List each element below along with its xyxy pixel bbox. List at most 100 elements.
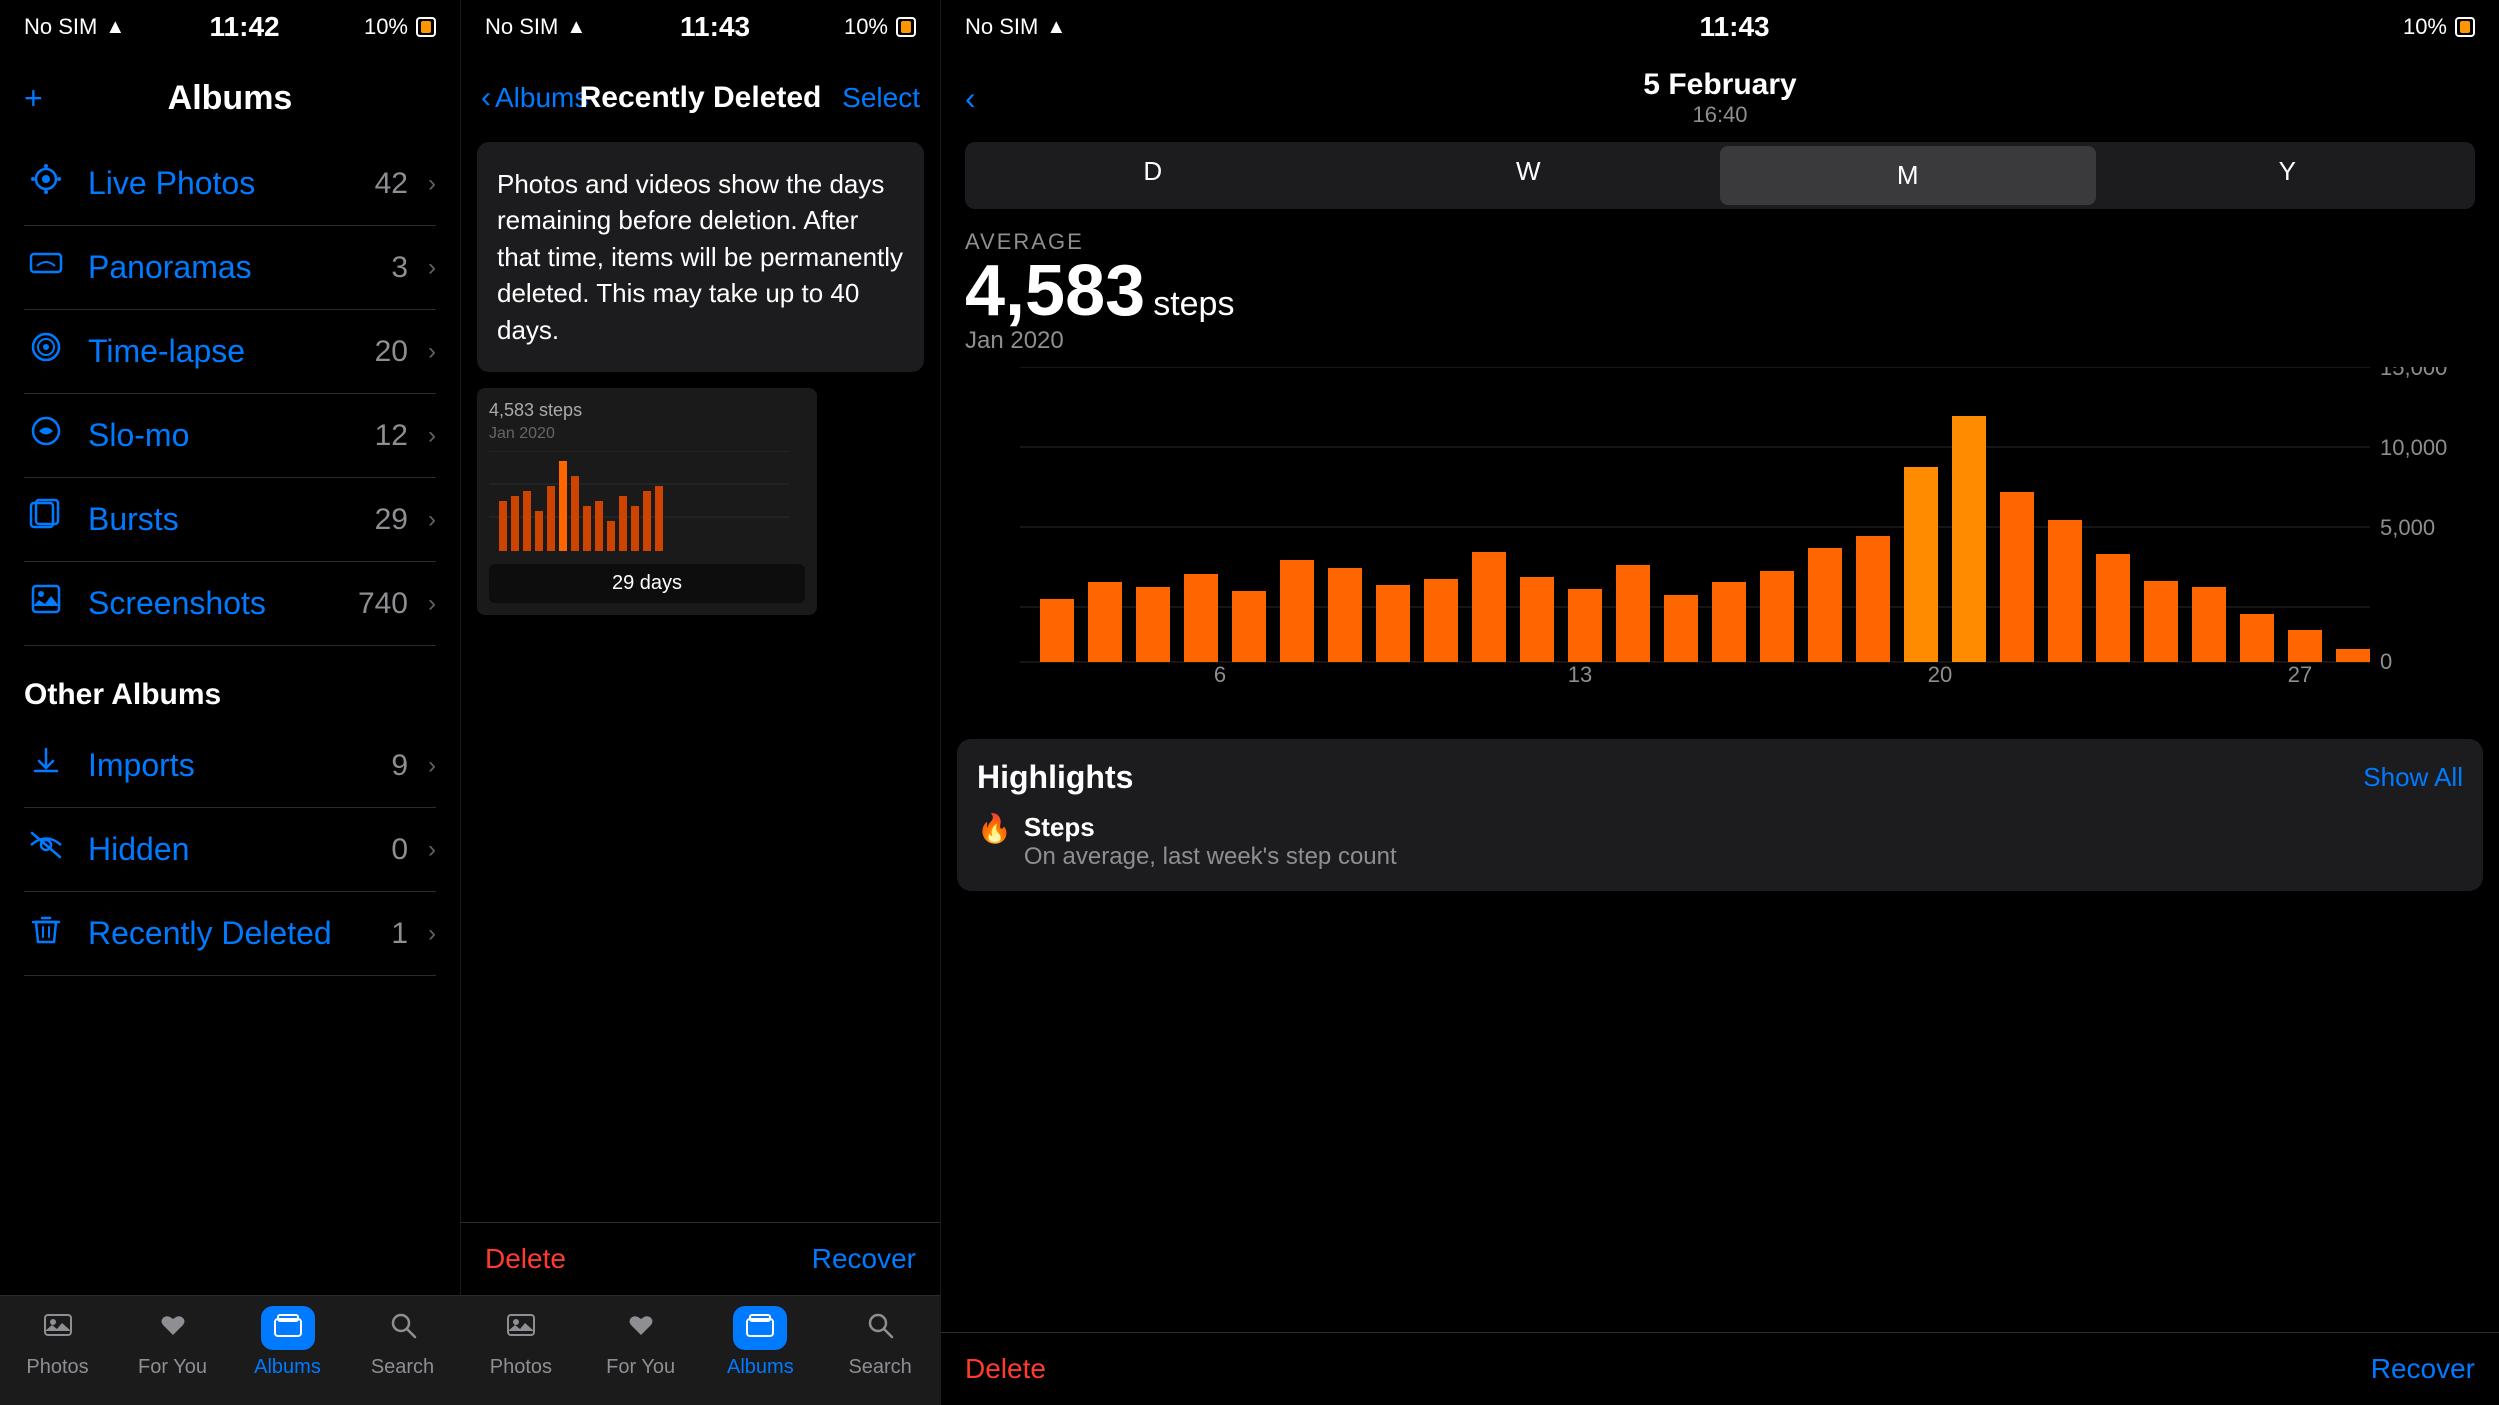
steps-chart-svg: 15,000 10,000 5,000 0 6 13 20 27: [957, 367, 2483, 687]
album-item-recently-deleted[interactable]: Recently Deleted 1 ›: [24, 892, 436, 976]
status-bar-1: No SIM ▲ 11:42 10%: [0, 0, 460, 54]
tab-label-foryou-2: For You: [606, 1356, 675, 1379]
svg-text:27: 27: [2288, 662, 2312, 687]
delete-button[interactable]: Delete: [485, 1243, 566, 1275]
search-tab-icon-1: [389, 1311, 417, 1346]
tab-search-2[interactable]: Search: [820, 1306, 940, 1379]
add-album-button[interactable]: +: [24, 80, 43, 117]
photos-tab-icon-2: [507, 1311, 535, 1346]
timelapse-icon: [24, 330, 68, 373]
time-3: 11:43: [1700, 11, 1770, 43]
tab-albums-2[interactable]: Albums: [701, 1306, 821, 1379]
mini-chart-subtitle: Jan 2020: [489, 425, 805, 443]
albums-panel: No SIM ▲ 11:42 10% + Albums Live Photos …: [0, 0, 460, 1405]
status-bar-3: No SIM ▲ 11:43 10%: [941, 0, 2499, 54]
period-year[interactable]: Y: [2100, 142, 2476, 209]
album-name-imports: Imports: [88, 747, 371, 784]
info-description: Photos and videos show the days remainin…: [497, 169, 903, 345]
slomo-icon: [24, 414, 68, 457]
health-date-display: 5 February 16:40: [1643, 68, 1796, 128]
mini-chart-svg: [489, 451, 789, 551]
svg-text:6: 6: [1214, 662, 1226, 687]
chevron-timelapse: ›: [428, 338, 436, 366]
health-actions: Delete Recover: [941, 1332, 2499, 1405]
period-selector: D W M Y: [965, 142, 2475, 209]
battery-text-1: 10%: [364, 14, 408, 40]
show-all-button[interactable]: Show All: [2363, 762, 2463, 793]
health-recover-button[interactable]: Recover: [2371, 1353, 2475, 1385]
chevron-hidden: ›: [428, 836, 436, 864]
date-range: Jan 2020: [965, 327, 2475, 355]
tab-foryou-1[interactable]: For You: [115, 1306, 230, 1379]
time-1: 11:42: [210, 11, 280, 43]
tab-label-foryou-1: For You: [138, 1356, 207, 1379]
chevron-recently-deleted: ›: [428, 920, 436, 948]
tab-icon-wrap-foryou-2: [614, 1306, 668, 1350]
health-delete-button[interactable]: Delete: [965, 1353, 1046, 1385]
back-button[interactable]: ‹ Albums: [481, 81, 588, 115]
album-item-imports[interactable]: Imports 9 ›: [24, 724, 436, 808]
album-count-timelapse: 20: [375, 335, 408, 369]
battery-text-3: 10%: [2403, 14, 2447, 40]
album-item-panoramas[interactable]: Panoramas 3 ›: [24, 226, 436, 310]
tab-icon-wrap-photos-1: [31, 1306, 85, 1350]
chevron-bursts: ›: [428, 506, 436, 534]
tab-icon-wrap-foryou-1: [146, 1306, 200, 1350]
wifi-icon-1: ▲: [105, 16, 125, 39]
tab-foryou-2[interactable]: For You: [581, 1306, 701, 1379]
period-month[interactable]: M: [1720, 146, 2096, 205]
tab-icon-wrap-photos-2: [494, 1306, 548, 1350]
steps-unit: steps: [1153, 285, 1234, 324]
tab-label-albums-2: Albums: [727, 1356, 794, 1379]
tab-label-photos-1: Photos: [26, 1356, 88, 1379]
imports-icon: [24, 744, 68, 787]
health-date-text: 5 February: [1643, 68, 1796, 102]
album-item-screenshots[interactable]: Screenshots 740 ›: [24, 562, 436, 646]
photos-tab-icon-1: [44, 1311, 72, 1346]
highlights-section: Highlights Show All 🔥 Steps On average, …: [957, 739, 2483, 891]
recently-deleted-panel: No SIM ▲ 11:43 10% ‹ Albums Recently Del…: [460, 0, 940, 1405]
period-day[interactable]: D: [965, 142, 1341, 209]
hidden-icon: [24, 828, 68, 871]
album-item-hidden[interactable]: Hidden 0 ›: [24, 808, 436, 892]
svg-text:15,000: 15,000: [2380, 367, 2447, 380]
chevron-imports: ›: [428, 752, 436, 780]
recently-deleted-nav: ‹ Albums Recently Deleted Select: [461, 54, 940, 142]
status-right-1: 10%: [364, 14, 436, 40]
search-tab-icon-2: [866, 1311, 894, 1346]
album-name-live-photos: Live Photos: [88, 165, 355, 202]
health-back-button[interactable]: ‹: [965, 80, 976, 117]
tab-albums-1[interactable]: Albums: [230, 1306, 345, 1379]
battery-fill-1: [421, 21, 431, 33]
tab-label-search-2: Search: [848, 1356, 911, 1379]
photo-card[interactable]: 4,583 steps Jan 2020: [477, 388, 817, 615]
album-item-timelapse[interactable]: Time-lapse 20 ›: [24, 310, 436, 394]
period-week[interactable]: W: [1341, 142, 1717, 209]
album-count-panoramas: 3: [391, 251, 408, 285]
days-remaining-label: 29 days: [489, 564, 805, 603]
album-list: Live Photos 42 › Panoramas 3 › Time-laps…: [0, 142, 460, 1295]
album-item-slomo[interactable]: Slo-mo 12 ›: [24, 394, 436, 478]
time-2: 11:43: [680, 11, 750, 43]
tab-search-1[interactable]: Search: [345, 1306, 460, 1379]
album-item-bursts[interactable]: Bursts 29 ›: [24, 478, 436, 562]
back-chevron-icon: ‹: [481, 81, 491, 115]
tab-label-albums-1: Albums: [254, 1356, 321, 1379]
select-button[interactable]: Select: [842, 82, 920, 114]
status-left-3: No SIM ▲: [965, 14, 1066, 40]
steps-count: 4,583: [965, 255, 1145, 327]
health-time-text: 16:40: [1643, 102, 1796, 128]
highlight-content: Steps On average, last week's step count: [1024, 812, 1397, 871]
album-name-screenshots: Screenshots: [88, 585, 338, 622]
albums-title: Albums: [168, 79, 293, 118]
battery-icon-1: [416, 17, 436, 37]
tab-photos-2[interactable]: Photos: [461, 1306, 581, 1379]
tab-photos-1[interactable]: Photos: [0, 1306, 115, 1379]
highlight-steps-desc: On average, last week's step count: [1024, 843, 1397, 871]
album-count-recently-deleted: 1: [391, 917, 408, 951]
recover-button[interactable]: Recover: [812, 1243, 916, 1275]
tab-bar-1: Photos For You Albums S: [0, 1295, 460, 1405]
svg-text:0: 0: [2380, 649, 2392, 674]
album-item-live-photos[interactable]: Live Photos 42 ›: [24, 142, 436, 226]
battery-icon-3: [2455, 17, 2475, 37]
